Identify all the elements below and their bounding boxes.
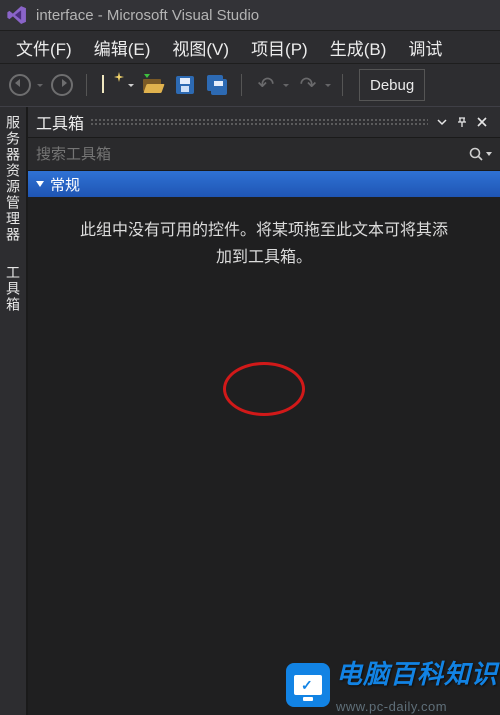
undo-icon: ↶ — [258, 75, 275, 95]
menu-edit[interactable]: 编辑(E) — [84, 31, 161, 64]
save-all-button[interactable] — [203, 71, 231, 99]
undo-button[interactable]: ↶ — [252, 71, 290, 99]
menu-file[interactable]: 文件(F) — [6, 31, 82, 64]
forward-arrow-icon — [51, 74, 73, 96]
toolbox-empty-text: 此组中没有可用的控件。将某项拖至此文本可将其添 加到工具箱。 — [46, 217, 482, 271]
toolbar-separator — [241, 74, 242, 96]
new-item-button[interactable] — [97, 71, 135, 99]
toolbox-category-label: 常规 — [50, 174, 80, 195]
menu-debug[interactable]: 调试 — [398, 31, 452, 64]
pin-button[interactable] — [452, 112, 472, 132]
navigate-forward-button[interactable] — [48, 71, 76, 99]
save-icon — [176, 76, 194, 94]
watermark: 电脑百科知识 www.pc-daily.com — [286, 652, 498, 715]
menu-project[interactable]: 项目(P) — [241, 31, 318, 64]
new-file-icon — [102, 76, 120, 94]
window-title: interface - Microsoft Visual Studio — [36, 7, 259, 24]
toolbox-panel: 工具箱 常规 此组中没有可用的控件。将某项拖至此 — [27, 107, 500, 715]
toolbar-separator — [86, 74, 87, 96]
toolbox-body: 此组中没有可用的控件。将某项拖至此文本可将其添 加到工具箱。 电脑百科知识 ww… — [28, 197, 500, 715]
toolbar-separator — [342, 74, 343, 96]
left-side-rail: 服务器资源管理器 工具箱 — [0, 107, 27, 715]
close-panel-button[interactable] — [472, 112, 492, 132]
configuration-dropdown[interactable]: Debug — [359, 69, 425, 101]
toolbox-search-row — [28, 138, 500, 171]
save-button[interactable] — [171, 71, 199, 99]
open-file-button[interactable] — [139, 71, 167, 99]
toolbox-search-input[interactable] — [34, 145, 466, 164]
menu-build[interactable]: 生成(B) — [320, 31, 397, 64]
back-arrow-icon — [9, 74, 31, 96]
toolbox-title: 工具箱 — [36, 110, 84, 134]
open-folder-icon — [143, 77, 163, 93]
main-area: 服务器资源管理器 工具箱 工具箱 常规 — [0, 107, 500, 715]
annotation-red-ellipse — [223, 362, 305, 416]
navigate-back-button[interactable] — [6, 71, 44, 99]
server-explorer-tab[interactable]: 服务器资源管理器 — [3, 111, 23, 247]
chevron-down-icon — [486, 152, 492, 156]
menu-bar: 文件(F) 编辑(E) 视图(V) 项目(P) 生成(B) 调试 — [0, 31, 500, 64]
toolbox-category-header[interactable]: 常规 — [28, 171, 500, 197]
expand-arrow-icon — [36, 181, 44, 187]
visual-studio-logo-icon — [6, 4, 28, 26]
watermark-url: www.pc-daily.com — [336, 696, 447, 715]
grip-dots-icon — [90, 118, 428, 126]
menu-view[interactable]: 视图(V) — [162, 31, 239, 64]
title-bar: interface - Microsoft Visual Studio — [0, 0, 500, 31]
toolbox-tab[interactable]: 工具箱 — [3, 261, 23, 317]
search-button[interactable] — [466, 146, 494, 162]
toolbox-panel-header: 工具箱 — [28, 107, 500, 138]
save-all-icon — [207, 75, 227, 95]
watermark-logo-icon — [286, 663, 330, 707]
redo-button[interactable]: ↷ — [294, 71, 332, 99]
main-toolbar: ↶ ↷ Debug — [0, 64, 500, 107]
watermark-brand: 电脑百科知识 — [336, 652, 498, 696]
panel-options-dropdown[interactable] — [432, 112, 452, 132]
redo-icon: ↷ — [300, 75, 317, 95]
